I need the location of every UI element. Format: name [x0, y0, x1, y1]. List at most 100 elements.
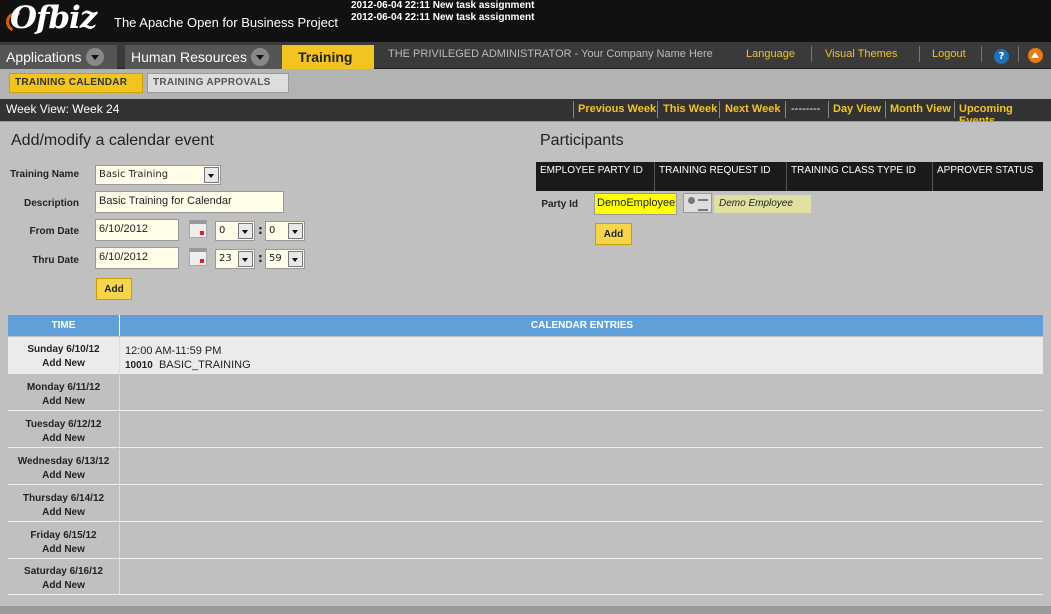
from-date-label: From Date: [29, 226, 79, 237]
divider: [573, 101, 574, 118]
day-label[interactable]: Monday 6/11/12: [8, 381, 119, 395]
add-new-link[interactable]: Add New: [8, 395, 119, 409]
entry-name: BASIC_TRAINING: [158, 359, 251, 371]
training-name-select[interactable]: Basic Training: [95, 165, 221, 185]
main-panel: Add/modify a calendar event Training Nam…: [0, 121, 1051, 606]
day-cell: Saturday 6/16/12 Add New: [8, 559, 120, 594]
description-input[interactable]: Basic Training for Calendar: [95, 191, 284, 213]
thru-hour-value: 23: [219, 253, 232, 264]
entry-id[interactable]: 10010: [125, 360, 153, 371]
thru-hour-select[interactable]: 23: [215, 249, 255, 269]
user-nav: THE PRIVILEGED ADMINISTRATOR - Your Comp…: [0, 46, 1051, 64]
chevron-down-icon[interactable]: [238, 251, 253, 267]
language-link[interactable]: Language: [746, 48, 795, 60]
party-id-label: Party Id: [541, 199, 578, 210]
divider: [828, 101, 829, 118]
separator-text: --------: [791, 103, 821, 115]
add-new-link[interactable]: Add New: [8, 469, 119, 483]
from-date-input[interactable]: 6/10/2012: [95, 219, 179, 241]
logo-wordmark: Ofbiz: [10, 0, 97, 36]
this-week-link[interactable]: This Week: [663, 103, 717, 115]
table-row: Sunday 6/10/12 Add New 12:00 AM-11:59 PM…: [8, 337, 1043, 374]
from-minute-select[interactable]: 0: [265, 221, 305, 241]
divider: [719, 101, 720, 118]
col-training-class-type-id: TRAINING CLASS TYPE ID: [787, 162, 933, 191]
calendar-icon[interactable]: [189, 248, 207, 266]
app-bar: Applications Human Resources Training TH…: [0, 42, 1051, 69]
chevron-down-icon[interactable]: [288, 251, 303, 267]
next-week-link[interactable]: Next Week: [725, 103, 780, 115]
sub-tabs: TRAINING CALENDAR TRAINING APPROVALS: [0, 70, 1051, 96]
divider: [954, 101, 955, 118]
add-new-link[interactable]: Add New: [8, 357, 119, 371]
message-item[interactable]: 2012-06-04 22:11 New task assignment: [351, 0, 534, 12]
app-header: Ofbiz The Apache Open for Business Proje…: [0, 0, 1051, 42]
add-new-link[interactable]: Add New: [8, 543, 119, 557]
day-cell: Thursday 6/14/12 Add New: [8, 486, 120, 521]
footer-bar: [0, 606, 1051, 614]
help-icon[interactable]: ?: [994, 49, 1009, 64]
table-row: Thursday 6/14/12 Add New: [8, 486, 1043, 522]
from-hour-value: 0: [219, 225, 226, 236]
divider: [981, 46, 982, 62]
day-label[interactable]: Thursday 6/14/12: [8, 492, 119, 506]
divider: [785, 101, 786, 118]
calendar-entry[interactable]: 12:00 AM-11:59 PM 10010 BASIC_TRAINING: [125, 344, 251, 373]
description-label: Description: [23, 198, 79, 209]
calendar-icon[interactable]: [189, 220, 207, 238]
day-cell: Wednesday 6/13/12 Add New: [8, 449, 120, 484]
add-new-link[interactable]: Add New: [8, 579, 119, 593]
time-colon: :: [258, 223, 263, 237]
add-new-link[interactable]: Add New: [8, 506, 119, 520]
add-new-link[interactable]: Add New: [8, 432, 119, 446]
table-row: Monday 6/11/12 Add New: [8, 375, 1043, 411]
party-description: Demo Employee: [714, 195, 811, 213]
training-name-label: Training Name: [10, 169, 79, 180]
day-cell: Friday 6/15/12 Add New: [8, 523, 120, 558]
divider: [885, 101, 886, 118]
thru-minute-select[interactable]: 59: [265, 249, 305, 269]
day-label[interactable]: Saturday 6/16/12: [8, 565, 119, 579]
visual-themes-link[interactable]: Visual Themes: [825, 48, 897, 60]
month-view-link[interactable]: Month View: [890, 103, 951, 115]
col-calendar-entries: CALENDAR ENTRIES: [530, 320, 634, 331]
from-minute-value: 0: [269, 225, 276, 236]
day-label[interactable]: Friday 6/15/12: [8, 529, 119, 543]
week-view-title: Week View: Week 24: [6, 102, 120, 116]
chevron-down-icon[interactable]: [238, 223, 253, 239]
thru-date-label: Thru Date: [32, 255, 79, 266]
messages-list: 2012-06-04 22:11 New task assignment 201…: [351, 0, 534, 24]
party-lookup-icon[interactable]: [683, 193, 712, 213]
subtab-training-approvals[interactable]: TRAINING APPROVALS: [147, 73, 289, 93]
collapse-icon[interactable]: [1028, 48, 1043, 63]
entry-detail: 10010 BASIC_TRAINING: [125, 358, 251, 373]
thru-date-input[interactable]: 6/10/2012: [95, 247, 179, 269]
table-row: Friday 6/15/12 Add New: [8, 523, 1043, 559]
table-row: Wednesday 6/13/12 Add New: [8, 449, 1043, 485]
col-employee-party-id: EMPLOYEE PARTY ID: [536, 162, 655, 191]
add-event-button[interactable]: Add: [96, 278, 132, 300]
chevron-down-icon[interactable]: [204, 167, 219, 183]
logout-link[interactable]: Logout: [932, 48, 966, 60]
day-label[interactable]: Wednesday 6/13/12: [8, 455, 119, 469]
participants-table-header: EMPLOYEE PARTY ID TRAINING REQUEST ID TR…: [536, 162, 1043, 191]
user-company-line: THE PRIVILEGED ADMINISTRATOR - Your Comp…: [388, 48, 713, 60]
ofbiz-logo[interactable]: Ofbiz: [3, 0, 106, 38]
tagline: The Apache Open for Business Project: [114, 15, 339, 30]
day-label[interactable]: Tuesday 6/12/12: [8, 418, 119, 432]
add-participant-button[interactable]: Add: [595, 223, 632, 245]
from-hour-select[interactable]: 0: [215, 221, 255, 241]
message-item[interactable]: 2012-06-04 22:11 New task assignment: [351, 12, 534, 24]
thru-minute-value: 59: [269, 253, 282, 264]
subtab-training-calendar[interactable]: TRAINING CALENDAR: [9, 73, 143, 93]
party-id-input[interactable]: DemoEmployee: [594, 193, 677, 215]
time-colon: :: [258, 251, 263, 265]
divider: [919, 46, 920, 62]
previous-week-link[interactable]: Previous Week: [578, 103, 656, 115]
chevron-down-icon[interactable]: [288, 223, 303, 239]
day-label[interactable]: Sunday 6/10/12: [8, 343, 119, 357]
form-title: Add/modify a calendar event: [11, 132, 214, 149]
week-bar: Week View: Week 24 Previous Week This We…: [0, 99, 1051, 127]
day-view-link[interactable]: Day View: [833, 103, 881, 115]
calendar-table-header: TIME CALENDAR ENTRIES: [8, 315, 1043, 336]
